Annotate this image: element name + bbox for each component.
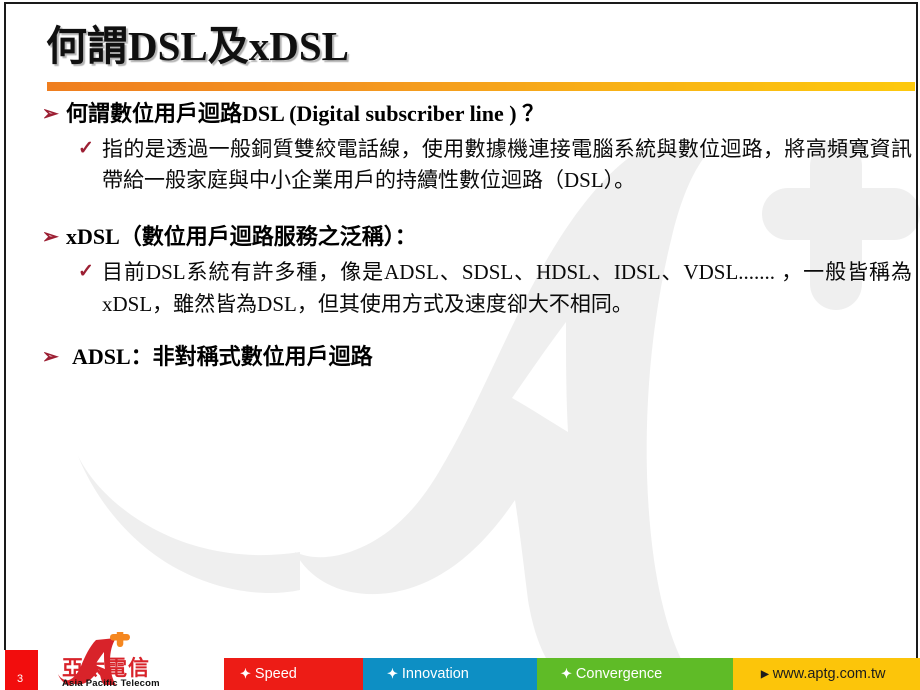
slide-border-left	[4, 2, 6, 650]
footer-segment-label: Innovation	[401, 666, 469, 682]
footer-segment-label: Speed	[254, 666, 297, 682]
bullet-level1-dsl-definition: ➢ 何謂數位用戶迴路DSL (Digital subscriber line )…	[40, 100, 912, 128]
arrow-bullet-icon: ➢	[42, 226, 59, 249]
bullet-level1-label: 何謂數位用戶迴路DSL (Digital subscriber line ) ？	[66, 101, 545, 126]
title-accent-bar	[47, 82, 915, 91]
slide-border-top	[4, 2, 918, 4]
footer-website-label: www.aptg.com.tw	[772, 666, 886, 682]
bullet-level1-adsl-definition: ➢ ADSL：非對稱式數位用戶迴路	[40, 343, 912, 371]
plus-icon: ✦	[561, 666, 572, 681]
footer-segment-website[interactable]: ▶ www.aptg.com.tw	[733, 658, 920, 690]
bullet-level2-xdsl-types: ✓ 目前DSL系統有許多種，像是ADSL、SDSL、HDSL、IDSL、VDSL…	[78, 257, 912, 321]
logo-english-label: Asia Pacific Telecom	[62, 678, 160, 689]
page-number-badge: 3	[5, 650, 38, 690]
plus-icon: ✦	[387, 666, 398, 681]
check-bullet-icon: ✓	[78, 260, 94, 282]
bullet-level1-xdsl-definition: ➢ xDSL（數位用戶迴路服務之泛稱）：	[40, 223, 912, 251]
slide-canvas: 何謂DSL及xDSL ➢ 何謂數位用戶迴路DSL (Digital subscr…	[0, 0, 920, 690]
bullet-level1-label: ADSL：非對稱式數位用戶迴路	[72, 343, 373, 369]
footer-segment-convergence[interactable]: ✦ Convergence	[537, 658, 733, 690]
arrow-bullet-icon: ➢	[42, 103, 59, 125]
slide-body: ➢ 何謂數位用戶迴路DSL (Digital subscriber line )…	[40, 100, 912, 370]
footer-segment-innovation[interactable]: ✦ Innovation	[363, 658, 537, 690]
slide-border-right	[916, 2, 918, 688]
footer-segment-label: Convergence	[575, 666, 663, 682]
arrow-bullet-icon: ➢	[42, 345, 59, 368]
page-number-label: 3	[17, 673, 24, 685]
slide-title: 何謂DSL及xDSL	[46, 23, 350, 69]
bullet-level1-label: xDSL（數位用戶迴路服務之泛稱）：	[66, 224, 417, 250]
plus-icon: ✦	[240, 666, 251, 681]
triangle-right-icon: ▶	[761, 668, 769, 680]
footer-segment-speed[interactable]: ✦ Speed	[224, 658, 363, 690]
bullet-level2-label: 指的是透過一般銅質雙絞電話線，使用數據機連接電腦系統與數位迴路，將高頻寬資訊帶給…	[102, 136, 912, 193]
bullet-level2-dsl-definition: ✓ 指的是透過一般銅質雙絞電話線，使用數據機連接電腦系統與數位迴路，將高頻寬資訊…	[78, 134, 912, 198]
bullet-level2-label: 目前DSL系統有許多種，像是ADSL、SDSL、HDSL、IDSL、VDSL..…	[102, 259, 912, 316]
check-bullet-icon: ✓	[78, 137, 94, 159]
slide-footer: 3 亞太電信 Asia Pacific Telecom ✦ Speed ✦ In…	[0, 632, 920, 690]
